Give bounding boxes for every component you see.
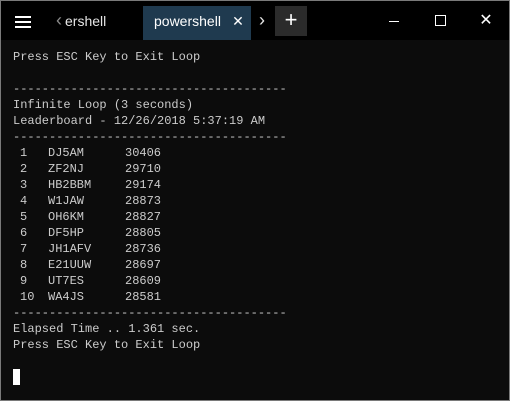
leaderboard-score: 28581 (125, 290, 162, 304)
leaderboard-score: 28697 (125, 258, 162, 272)
minimize-icon (389, 21, 399, 22)
leaderboard-callsign: HB2BBM (48, 178, 92, 192)
leaderboard-callsign: JH1AFV (48, 242, 92, 256)
leaderboard-score: 28827 (125, 210, 162, 224)
leaderboard-callsign: W1JAW (48, 194, 85, 208)
tab-label: ershell (65, 13, 107, 29)
leaderboard-callsign: WA4JS (48, 290, 85, 304)
leaderboard-callsign: ZF2NJ (48, 162, 85, 176)
elapsed-time: Elapsed Time .. 1.361 sec. (13, 322, 201, 336)
exit-prompt-top: Press ESC Key to Exit Loop (13, 50, 201, 64)
plus-icon[interactable]: + (275, 6, 307, 36)
leaderboard-score: 28873 (125, 194, 162, 208)
leaderboard-rank: 5 (20, 210, 28, 224)
separator-line: -------------------------------------- (13, 306, 287, 320)
separator-line: -------------------------------------- (13, 82, 287, 96)
leaderboard-score: 28736 (125, 242, 162, 256)
leaderboard-score: 29174 (125, 178, 162, 192)
terminal-window: ‹ ershell powershell ✕ › + ✕ Press ESC K… (0, 0, 510, 401)
leaderboard-rank: 10 (20, 290, 35, 304)
leaderboard-callsign: OH6KM (48, 210, 85, 224)
leaderboard-score: 28609 (125, 274, 162, 288)
leaderboard-rank: 6 (20, 226, 28, 240)
separator-line: -------------------------------------- (13, 130, 287, 144)
leaderboard-score: 29710 (125, 162, 162, 176)
leaderboard-score: 30406 (125, 146, 162, 160)
hamburger-menu-icon[interactable] (11, 13, 33, 31)
tab-powershell-inactive[interactable]: ershell (65, 6, 141, 40)
close-icon: ✕ (479, 12, 493, 29)
leaderboard-score: 28805 (125, 226, 162, 240)
text-cursor (13, 369, 20, 385)
leaderboard-title: Leaderboard - 12/26/2018 5:37:19 AM (13, 114, 266, 128)
terminal-output[interactable]: Press ESC Key to Exit Loop -------------… (1, 40, 509, 400)
leaderboard-rank: 3 (20, 178, 28, 192)
close-window-button[interactable]: ✕ (463, 1, 509, 40)
leaderboard-rank: 7 (20, 242, 28, 256)
leaderboard-rank: 1 (20, 146, 28, 160)
leaderboard-callsign: UT7ES (48, 274, 85, 288)
leaderboard-rank: 8 (20, 258, 28, 272)
chevron-right-icon[interactable]: › (254, 6, 270, 34)
loop-title: Infinite Loop (3 seconds) (13, 98, 194, 112)
leaderboard-callsign: DF5HP (48, 226, 85, 240)
maximize-button[interactable] (417, 1, 463, 40)
title-bar: ‹ ershell powershell ✕ › + ✕ (1, 1, 509, 40)
leaderboard-callsign: DJ5AM (48, 146, 85, 160)
leaderboard-rank: 4 (20, 194, 28, 208)
tab-label: powershell (154, 13, 221, 29)
minimize-button[interactable] (371, 1, 417, 40)
leaderboard-rank: 2 (20, 162, 28, 176)
leaderboard-rank: 9 (20, 274, 28, 288)
maximize-icon (435, 15, 446, 26)
leaderboard-callsign: E21UUW (48, 258, 92, 272)
tab-powershell-active[interactable]: powershell ✕ (143, 6, 251, 40)
exit-prompt-bottom: Press ESC Key to Exit Loop (13, 338, 201, 352)
close-icon[interactable]: ✕ (229, 6, 247, 36)
